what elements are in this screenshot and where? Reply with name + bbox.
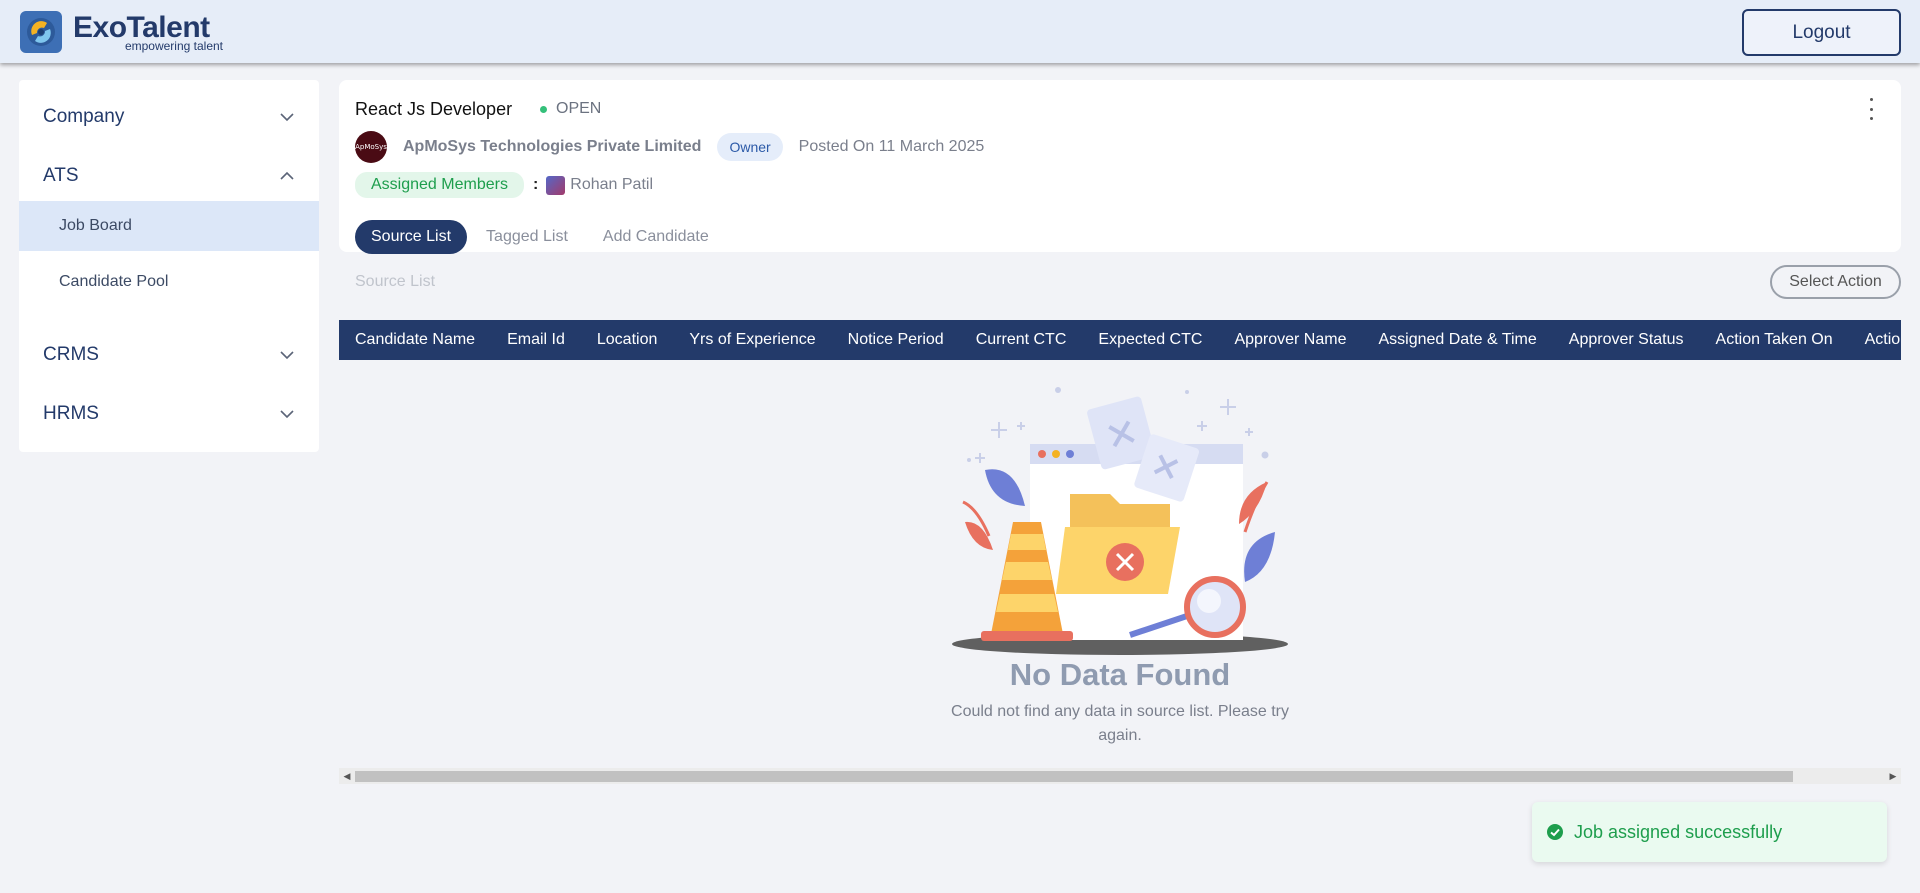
- chevron-down-icon: [280, 351, 294, 360]
- column-header[interactable]: Notice Period: [848, 331, 944, 349]
- column-header[interactable]: Yrs of Experience: [689, 331, 815, 349]
- scroll-left-icon[interactable]: ◀: [339, 768, 355, 784]
- assigned-members-row: Assigned Members : Rohan Patil: [355, 172, 653, 198]
- sidebar-group-hrms[interactable]: HRMS: [19, 394, 319, 434]
- tab-add-candidate[interactable]: Add Candidate: [587, 220, 725, 254]
- top-bar: ExoTalent empowering talent Logout: [0, 0, 1920, 63]
- sidebar: Company ATS Job Board Candidate Pool CRM…: [19, 80, 319, 452]
- tab-bar: Source List Tagged List Add Candidate: [355, 220, 728, 254]
- company-logo: ApMoSys: [355, 131, 387, 163]
- column-header[interactable]: Action Taken On: [1716, 331, 1833, 349]
- empty-state-description: Could not find any data in source list. …: [951, 703, 1289, 744]
- sidebar-group-crms[interactable]: CRMS: [19, 335, 319, 375]
- sidebar-group-label: Company: [43, 106, 125, 127]
- member-name: Rohan Patil: [570, 176, 653, 193]
- company-row: ApMoSys ApMoSys Technologies Private Lim…: [355, 131, 984, 163]
- chevron-down-icon: [280, 410, 294, 419]
- scroll-right-icon[interactable]: ▶: [1885, 768, 1901, 784]
- job-title: React Js Developer: [355, 99, 513, 119]
- sidebar-item-candidate-pool[interactable]: Candidate Pool: [19, 257, 319, 307]
- column-header[interactable]: Assigned Date & Time: [1378, 331, 1536, 349]
- no-data-illustration: [952, 387, 1288, 655]
- column-header[interactable]: Current CTC: [976, 331, 1067, 349]
- success-toast[interactable]: Job assigned successfully: [1532, 802, 1887, 862]
- sidebar-group-label: HRMS: [43, 403, 99, 424]
- assigned-members-badge: Assigned Members: [355, 172, 524, 198]
- candidate-table: Candidate Name Email Id Location Yrs of …: [339, 320, 1901, 360]
- sidebar-group-label: CRMS: [43, 344, 99, 365]
- chevron-down-icon: [280, 113, 294, 122]
- column-header[interactable]: Expected CTC: [1098, 331, 1202, 349]
- company-name: ApMoSys Technologies Private Limited: [403, 138, 702, 155]
- status-dot-icon: [540, 105, 547, 113]
- exotalent-logo-icon: [20, 11, 62, 53]
- more-options-icon[interactable]: [1863, 98, 1879, 120]
- list-title: Source List: [355, 273, 436, 290]
- role-badge: Owner: [717, 133, 783, 161]
- sidebar-group-company[interactable]: Company: [19, 97, 319, 137]
- column-header[interactable]: Location: [597, 331, 658, 349]
- member-avatar: [546, 175, 566, 195]
- job-status: OPEN: [540, 100, 601, 118]
- column-header[interactable]: Action: [1865, 331, 1901, 349]
- job-summary-card: React Js Developer OPEN ApMoSys ApMoSys …: [339, 80, 1901, 254]
- select-action-button[interactable]: Select Action: [1770, 265, 1901, 299]
- table-header-row: Candidate Name Email Id Location Yrs of …: [339, 320, 1901, 360]
- chevron-up-icon: [280, 171, 294, 180]
- job-status-label: OPEN: [556, 100, 602, 117]
- tab-source-list[interactable]: Source List: [355, 220, 468, 254]
- brand-logo[interactable]: ExoTalent empowering talent: [20, 11, 233, 53]
- check-circle-icon: [1547, 824, 1563, 840]
- tab-tagged-list[interactable]: Tagged List: [470, 220, 584, 254]
- column-header[interactable]: Candidate Name: [355, 331, 475, 349]
- column-header[interactable]: Email Id: [507, 331, 565, 349]
- brand-tagline: empowering talent: [124, 39, 223, 53]
- logout-button[interactable]: Logout: [1742, 9, 1901, 56]
- sidebar-group-ats[interactable]: ATS: [19, 156, 319, 196]
- column-header[interactable]: Approver Name: [1234, 331, 1346, 349]
- posted-date: Posted On 11 March 2025: [798, 138, 985, 155]
- sidebar-group-label: ATS: [43, 165, 79, 186]
- column-header[interactable]: Approver Status: [1569, 331, 1684, 349]
- toast-message: Job assigned successfully: [1574, 821, 1783, 842]
- horizontal-scrollbar[interactable]: ◀ ▶: [339, 768, 1901, 784]
- sidebar-item-job-board[interactable]: Job Board: [19, 201, 319, 251]
- assigned-separator: :: [532, 176, 539, 193]
- empty-state-title: No Data Found: [1009, 657, 1231, 692]
- scrollbar-thumb[interactable]: [355, 771, 1793, 782]
